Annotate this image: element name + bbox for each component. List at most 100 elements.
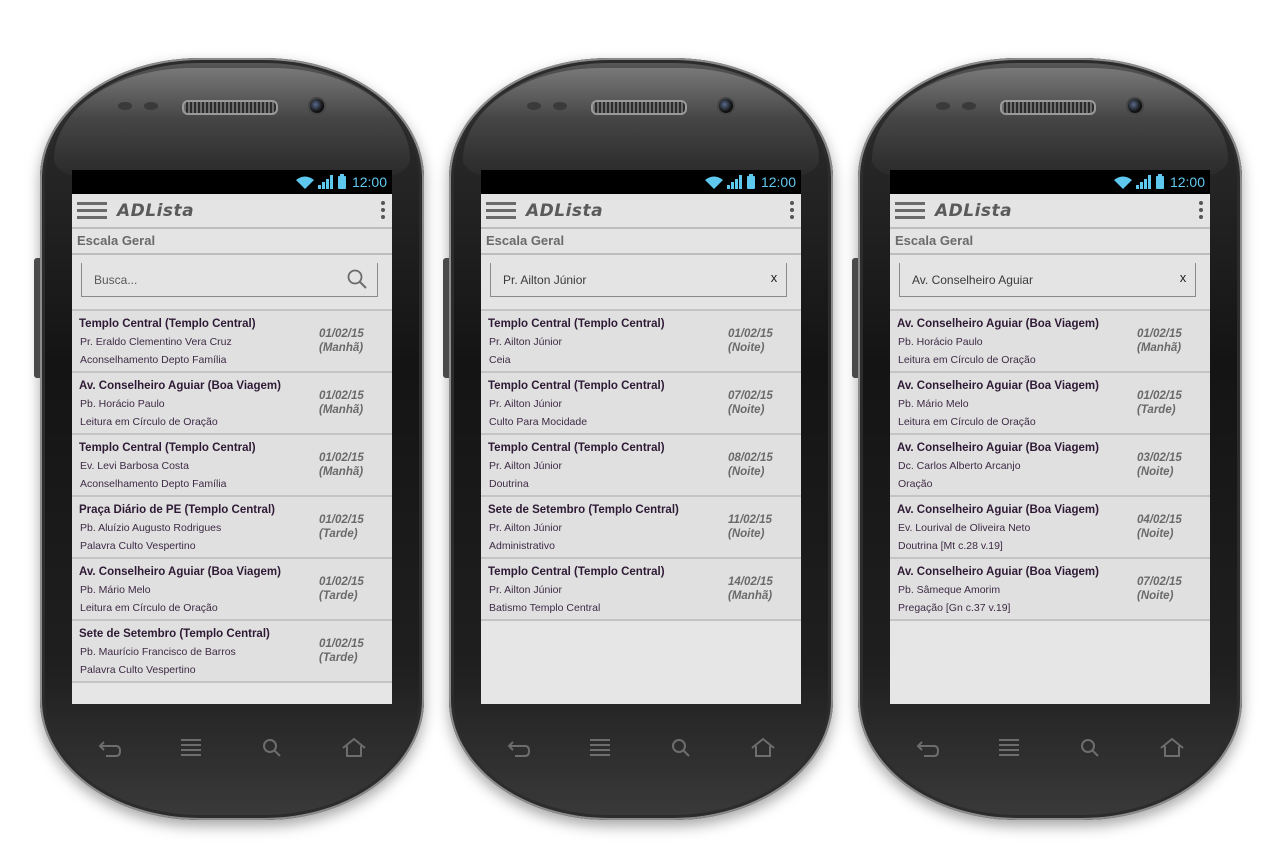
item-location: Sete de Setembro (Templo Central): [488, 504, 679, 516]
item-period: (Tarde): [1137, 404, 1176, 416]
item-location: Praça Diário de PE (Templo Central): [79, 504, 275, 516]
menu-key-icon[interactable]: [177, 736, 205, 760]
back-icon[interactable]: [96, 736, 124, 760]
item-period: (Noite): [728, 528, 765, 540]
item-datetime: 14/02/15 (Manhã): [728, 575, 773, 603]
list-item[interactable]: Av. Conselheiro Aguiar (Boa Viagem) Pb. H…: [72, 373, 392, 435]
item-date: 04/02/15: [1137, 514, 1182, 526]
back-icon[interactable]: [914, 736, 942, 760]
app-title: ADLista: [935, 200, 1013, 221]
item-location: Sete de Setembro (Templo Central): [79, 628, 270, 640]
list-item[interactable]: Av. Conselheiro Aguiar (Boa Viagem) Pb. S…: [890, 559, 1210, 621]
home-icon[interactable]: [340, 736, 368, 760]
phone-device: 12:00 ADLista Escala Geral Av. Conselheiro …: [852, 58, 1242, 820]
search-key-icon[interactable]: [668, 736, 696, 760]
search-input[interactable]: Busca...: [81, 263, 378, 297]
item-person: Pr. Ailton Júnior: [489, 522, 562, 534]
list-item[interactable]: Templo Central (Templo Central) Pr. Ailto…: [481, 311, 801, 373]
hardware-nav-bar: [96, 730, 368, 766]
search-icon[interactable]: [347, 269, 367, 289]
light-sensor: [553, 102, 567, 110]
list-item[interactable]: Av. Conselheiro Aguiar (Boa Viagem) Pb. M…: [72, 559, 392, 621]
list-item[interactable]: Sete de Setembro (Templo Central) Pb. Mau…: [72, 621, 392, 683]
list-item[interactable]: Av. Conselheiro Aguiar (Boa Viagem) Ev. L…: [890, 497, 1210, 559]
item-location: Templo Central (Templo Central): [488, 318, 665, 330]
list-item[interactable]: Templo Central (Templo Central) Pr. Ailto…: [481, 559, 801, 621]
item-activity: Aconselhamento Depto Família: [80, 478, 227, 490]
item-location: Templo Central (Templo Central): [488, 566, 665, 578]
home-icon[interactable]: [749, 736, 777, 760]
item-activity: Batismo Templo Central: [489, 602, 601, 614]
item-activity: Leitura em Círculo de Oração: [898, 354, 1036, 366]
wifi-icon: [704, 176, 723, 189]
overflow-icon[interactable]: [381, 201, 385, 219]
item-person: Pb. Mário Melo: [898, 398, 969, 410]
item-period: (Noite): [1137, 466, 1174, 478]
status-bar: 12:00: [481, 170, 801, 194]
menu-icon[interactable]: [77, 202, 107, 219]
search-input[interactable]: Pr. Ailton Júnior x: [490, 263, 787, 297]
item-location: Templo Central (Templo Central): [79, 442, 256, 454]
front-camera: [717, 97, 735, 115]
app-screen: 12:00 ADLista Escala Geral Pr. Ailton Júnio…: [481, 170, 801, 704]
item-activity: Palavra Culto Vespertino: [80, 540, 196, 552]
item-location: Av. Conselheiro Aguiar (Boa Viagem): [897, 566, 1099, 578]
volume-button: [34, 258, 40, 378]
item-activity: Administrativo: [489, 540, 555, 552]
volume-button: [852, 258, 858, 378]
list-item[interactable]: Templo Central (Templo Central) Pr. Ailto…: [481, 373, 801, 435]
menu-key-icon[interactable]: [586, 736, 614, 760]
item-location: Av. Conselheiro Aguiar (Boa Viagem): [897, 442, 1099, 454]
item-datetime: 01/02/15 (Manhã): [319, 451, 364, 479]
volume-button: [443, 258, 449, 378]
item-person: Pb. Horácio Paulo: [898, 336, 983, 348]
clear-icon[interactable]: x: [1175, 270, 1191, 285]
phone-device: 12:00 ADLista Escala Geral Pr. Ailton Júnio…: [443, 58, 833, 820]
earpiece-speaker: [182, 100, 278, 115]
item-location: Templo Central (Templo Central): [488, 442, 665, 454]
home-icon[interactable]: [1158, 736, 1186, 760]
list-item[interactable]: Praça Diário de PE (Templo Central) Pb. A…: [72, 497, 392, 559]
item-location: Av. Conselheiro Aguiar (Boa Viagem): [897, 504, 1099, 516]
phone-device: 12:00 ADLista Escala Geral Busca... Templo C…: [34, 58, 424, 820]
overflow-icon[interactable]: [790, 201, 794, 219]
item-period: (Noite): [728, 342, 765, 354]
wifi-icon: [1113, 176, 1132, 189]
list-item[interactable]: Templo Central (Templo Central) Pr. Erald…: [72, 311, 392, 373]
list-item[interactable]: Av. Conselheiro Aguiar (Boa Viagem) Pb. H…: [890, 311, 1210, 373]
overflow-icon[interactable]: [1199, 201, 1203, 219]
search-key-icon[interactable]: [259, 736, 287, 760]
item-location: Av. Conselheiro Aguiar (Boa Viagem): [897, 318, 1099, 330]
item-date: 14/02/15: [728, 576, 773, 588]
item-location: Av. Conselheiro Aguiar (Boa Viagem): [897, 380, 1099, 392]
status-time: 12:00: [760, 174, 796, 190]
search-key-icon[interactable]: [1077, 736, 1105, 760]
menu-icon[interactable]: [895, 202, 925, 219]
action-bar: ADLista: [481, 194, 801, 229]
list-item[interactable]: Templo Central (Templo Central) Pr. Ailto…: [481, 435, 801, 497]
app-screen: 12:00 ADLista Escala Geral Busca... Templo C…: [72, 170, 392, 704]
item-date: 11/02/15: [728, 514, 772, 526]
light-sensor: [144, 102, 158, 110]
item-period: (Manhã): [319, 404, 364, 416]
item-activity: Oração: [898, 478, 933, 490]
item-period: (Manhã): [728, 590, 773, 602]
item-person: Pb. Mário Melo: [80, 584, 151, 596]
search-input[interactable]: Av. Conselheiro Aguiar x: [899, 263, 1196, 297]
item-location: Av. Conselheiro Aguiar (Boa Viagem): [79, 566, 281, 578]
back-icon[interactable]: [505, 736, 533, 760]
list-item[interactable]: Av. Conselheiro Aguiar (Boa Viagem) Pb. M…: [890, 373, 1210, 435]
list-item[interactable]: Sete de Setembro (Templo Central) Pr. Ail…: [481, 497, 801, 559]
list-item[interactable]: Av. Conselheiro Aguiar (Boa Viagem) Dc. C…: [890, 435, 1210, 497]
menu-key-icon[interactable]: [995, 736, 1023, 760]
item-person: Ev. Levi Barbosa Costa: [80, 460, 189, 472]
section-header: Escala Geral: [72, 229, 392, 255]
menu-icon[interactable]: [486, 202, 516, 219]
item-datetime: 08/02/15 (Noite): [728, 451, 773, 479]
item-person: Pr. Ailton Júnior: [489, 398, 562, 410]
earpiece-speaker: [1000, 100, 1096, 115]
search-bar: Pr. Ailton Júnior x: [481, 255, 801, 311]
list-item[interactable]: Templo Central (Templo Central) Ev. Levi …: [72, 435, 392, 497]
clear-icon[interactable]: x: [766, 270, 782, 285]
item-datetime: 07/02/15 (Noite): [1137, 575, 1182, 603]
